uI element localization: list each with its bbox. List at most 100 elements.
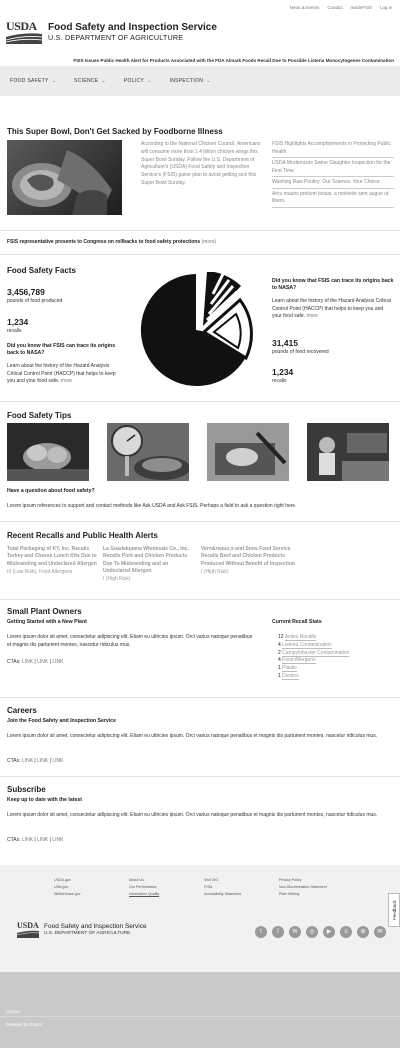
- recall-meta: I (High Risk): [103, 576, 131, 582]
- careers-title: Careers: [7, 706, 37, 715]
- site-header[interactable]: USDA Food Safety and Inspection Service …: [6, 20, 217, 44]
- related-link[interactable]: Washing Raw Poultry: Our Science, Your C…: [272, 179, 394, 189]
- stat-label[interactable]: Food Allergens: [282, 657, 316, 665]
- fact-label: pounds of food produced: [7, 298, 63, 305]
- footer-link[interactable]: About Us: [129, 877, 159, 884]
- tip-image-hands[interactable]: [7, 423, 89, 481]
- fact-label: recalls: [272, 378, 287, 385]
- footer-link[interactable]: Privacy Policy: [279, 877, 327, 884]
- stat-item[interactable]: 1 Plastic: [278, 665, 349, 673]
- fact-text-block: Learn about the history of the Hazard An…: [7, 363, 125, 386]
- footer-link[interactable]: Plain Writing: [279, 891, 327, 898]
- cta-link[interactable]: LINK: [37, 659, 48, 665]
- footer-col: About Us Our Performance Information Qua…: [129, 877, 159, 898]
- stat-item[interactable]: 2 Campylobacter Contamination: [278, 649, 350, 658]
- footer-link[interactable]: Non-Discrimination Statement: [279, 884, 327, 891]
- stat-item[interactable]: 1 Dioxins: [278, 672, 349, 681]
- email-icon[interactable]: ✉: [289, 926, 301, 938]
- footer-link[interactable]: USA.gov: [54, 884, 80, 891]
- footer-link[interactable]: WhiteHouse.gov: [54, 891, 80, 898]
- recall-item[interactable]: Vern&rsquo;s and Sons Food Service Recal…: [201, 546, 301, 576]
- linkedin-icon[interactable]: ⊕: [357, 926, 369, 938]
- subscribe-email-icon[interactable]: ✉: [374, 926, 386, 938]
- footer-link[interactable]: Our Performance: [129, 884, 159, 891]
- recall-item[interactable]: Total Packaging of KY, Inc. Recalls Turk…: [7, 546, 97, 576]
- stat-label[interactable]: Campylobacter Contamination: [282, 649, 350, 657]
- more-link[interactable]: more: [61, 378, 72, 384]
- cta-link[interactable]: LINK: [52, 659, 63, 665]
- insidefsis-link[interactable]: InsideFSIS: [351, 5, 372, 11]
- tip-image-cutting[interactable]: [207, 423, 289, 481]
- divider: [0, 776, 400, 777]
- fact-recovered: 31,415 pounds of food recovered: [272, 338, 329, 356]
- twitter-icon[interactable]: t: [255, 926, 267, 938]
- stat-label[interactable]: Active Recalls: [284, 634, 317, 641]
- related-link[interactable]: Arcu mauris pretium lectus, a molestie s…: [272, 191, 394, 208]
- stat-label[interactable]: Dioxins: [282, 672, 299, 680]
- nav-science[interactable]: SCIENCE ⌄: [74, 78, 106, 85]
- facebook-icon[interactable]: f: [272, 926, 284, 938]
- bottom-contact-link[interactable]: Contact: [6, 1009, 20, 1015]
- nav-inspection[interactable]: INSPECTION ⌄: [170, 78, 211, 85]
- tip-image-thermometer[interactable]: [107, 423, 189, 481]
- cta-link[interactable]: LINK: [22, 659, 33, 665]
- footer-link[interactable]: Visit OIG: [204, 877, 241, 884]
- headline-link[interactable]: FSIS representative presents to Congress…: [7, 239, 200, 245]
- related-link[interactable]: FSIS Highlights Accomplishments in Prote…: [272, 141, 394, 158]
- tips-text: Lorem ipsum references to support and co…: [7, 503, 297, 509]
- youtube-icon[interactable]: ▶: [323, 926, 335, 938]
- stat-item[interactable]: 4 Food Allergens: [278, 657, 349, 665]
- more-link[interactable]: more: [306, 313, 317, 319]
- footer-logo[interactable]: USDA Food Safety and Inspection Service …: [17, 922, 147, 938]
- stat-label[interactable]: Plastic: [282, 665, 297, 672]
- recall-item[interactable]: La Guadalupana Wholesale Co., Inc. Recal…: [103, 546, 195, 583]
- fact-label: recalls: [7, 328, 22, 335]
- cta-link[interactable]: LINK: [22, 758, 33, 764]
- footer-col: Visit OIG FOIA Accessibility Statement: [204, 877, 241, 898]
- news-events-link[interactable]: News & Events: [290, 5, 320, 11]
- cta-link[interactable]: LINK: [37, 837, 48, 843]
- cta-link[interactable]: LINK: [37, 758, 48, 764]
- usda-logo[interactable]: USDA: [6, 20, 42, 44]
- headline-more-link[interactable]: (more): [202, 239, 217, 245]
- small-plant-title: Small Plant Owners: [7, 607, 82, 616]
- feedback-tab[interactable]: Feedback: [388, 893, 400, 927]
- alert-banner[interactable]: FSIS Issues Public Health Alert for Prod…: [0, 55, 400, 66]
- usda-logo-small: USDA: [17, 922, 39, 938]
- usda-logo-hills-icon: [6, 33, 42, 44]
- featured-image[interactable]: [7, 140, 122, 215]
- tip-image-kitchen[interactable]: [307, 423, 389, 481]
- fact-text: Learn about the history of the Hazard An…: [272, 298, 391, 320]
- divider: [0, 254, 400, 255]
- stat-item[interactable]: 12 Active Recalls: [278, 634, 349, 642]
- footer-link[interactable]: FOIA: [204, 884, 241, 891]
- stat-item[interactable]: 4 Listeria Contamination: [278, 641, 349, 650]
- nav-label: SCIENCE: [74, 77, 99, 84]
- featured-title[interactable]: This Super Bowl, Don't Get Sacked by Foo…: [7, 127, 223, 138]
- related-link[interactable]: USDA Modernizes Swine Slaughter Inspecti…: [272, 160, 394, 177]
- thermometer-photo: [107, 423, 189, 481]
- cta-link[interactable]: LINK: [52, 758, 63, 764]
- chevron-down-icon: ⌄: [147, 77, 152, 84]
- nav-food-safety[interactable]: FOOD SAFETY ⌄: [10, 78, 56, 85]
- recall-title[interactable]: La Guadalupana Wholesale Co., Inc. Recal…: [103, 546, 195, 575]
- cta-link[interactable]: LINK: [22, 837, 33, 843]
- stat-label[interactable]: Listeria Contamination: [282, 641, 332, 649]
- fact-question-right: Did you know that FSIS can trace its ori…: [272, 278, 394, 321]
- footer-agency-name: Food Safety and Inspection Service: [44, 923, 147, 931]
- footer-link[interactable]: Accessibility Statement: [204, 891, 241, 898]
- nav-policy[interactable]: POLICY ⌄: [124, 78, 152, 85]
- contact-link[interactable]: Contact: [327, 5, 342, 11]
- instagram-icon[interactable]: ◎: [306, 926, 318, 938]
- nav-label: FOOD SAFETY: [10, 77, 49, 84]
- footer-link[interactable]: USDA.gov: [54, 877, 80, 884]
- agency-name: Food Safety and Inspection Service: [48, 22, 217, 33]
- subscribe-subtitle: Keep up to date with the latest: [7, 797, 82, 803]
- recall-meta: III (Low Risk), Food Allergens: [7, 568, 73, 575]
- recall-title[interactable]: Vern&rsquo;s and Sons Food Service Recal…: [201, 546, 301, 568]
- footer-link[interactable]: Information Quality: [129, 891, 159, 898]
- cta-link[interactable]: LINK: [52, 837, 63, 843]
- login-link[interactable]: Log in: [380, 5, 392, 11]
- flickr-icon[interactable]: ≡: [340, 926, 352, 938]
- recall-title[interactable]: Total Packaging of KY, Inc. Recalls Turk…: [7, 546, 97, 568]
